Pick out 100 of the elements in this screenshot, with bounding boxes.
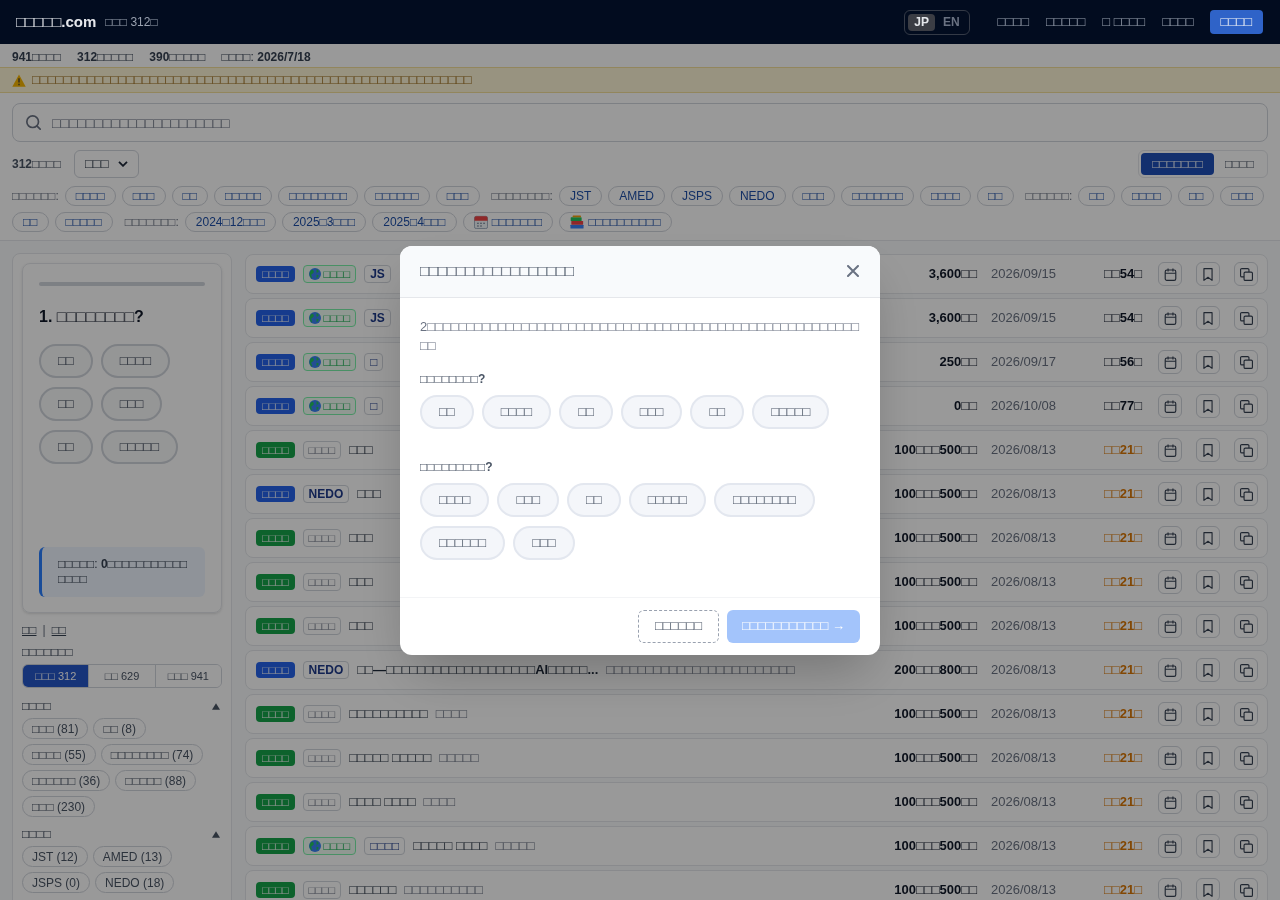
date-text: 2026/09/15 [991,309,1058,328]
date-text: 2026/08/13 [991,793,1058,812]
deadline-text: □□21□ [1102,837,1142,856]
status-badge: □□□□ [256,310,295,326]
category-tag: □□□□ [302,617,342,635]
question-label: □□□□□□□□□? [420,458,494,475]
deadline-text: □□77□ [1102,397,1142,416]
amount-text: 100□□□500□□ [893,705,977,724]
date-text: 2026/08/13 [991,837,1058,856]
category-tag: □□□□ [302,265,357,283]
stat-text: □□□□: 2026/7/18 [221,48,311,66]
category-tag: □□□□ [302,529,342,547]
status-badge: □□□□ [256,706,295,722]
status-badge: □□□□ [256,442,295,458]
category-tag: □□□□ [302,353,357,371]
amount-text: 100□□□500□□ [893,749,977,768]
date-text: 2026/08/13 [991,881,1058,900]
amount-text: 0□□ [953,397,977,416]
category-tag: JS [364,265,391,283]
status-badge: □□□□ [256,794,295,810]
filter-label: □□□□□□□□: [491,188,553,205]
category-tag: □□□□ [302,705,342,723]
category-tag: □□□□ [302,793,342,811]
listing-title: □□□ [349,441,373,460]
listing-subtitle: □□□□ [423,793,455,812]
listing-subtitle: □□□□□□□□□□□□□□□□□□□□□□□□ [606,661,795,680]
amount-text: 100□□□500□□ [893,573,977,592]
status-badge: □□□□ [256,618,295,634]
amount-text: 100□□□500□□ [893,837,977,856]
filter-label: □□□□□□: [12,188,59,205]
status-badge: □□□□ [256,266,295,282]
category-tag: □□□□ [364,837,406,855]
listing-title: □□□□ □□□□ [349,793,416,812]
category-tag: □□□□ [302,749,342,767]
deadline-text: □□21□ [1102,617,1142,636]
status-badge: □□□□ [256,750,295,766]
status-badge: □□□□ [256,662,295,678]
date-text: 2026/08/13 [991,661,1058,680]
facet-title: □□□□ [22,826,51,843]
section-heading: □□□□□□□ [22,644,74,660]
facet-title: □□□□ [22,698,51,715]
date-text: 2026/08/13 [991,485,1058,504]
deadline-text: □□54□ [1102,265,1142,284]
amount-text: 200□□□800□□ [893,661,977,680]
category-tag: □ [364,353,384,371]
status-badge: □□□□ [256,530,295,546]
listing-count-text: □□□ 312□ [105,14,158,31]
question-label: □□□□□□□□? [420,370,487,387]
amount-text: 100□□□500□□ [893,529,977,548]
date-text: 2026/09/15 [991,265,1058,284]
amount-text: 3,600□□ [927,309,977,328]
listing-title: □□□ [349,573,373,592]
category-tag: NEDO [302,485,350,503]
amount-text: 100□□□500□□ [893,441,977,460]
stat-text: 941□□□□ [12,48,62,66]
deadline-text: □□56□ [1102,353,1142,372]
date-text: 2026/08/13 [991,529,1058,548]
listing-subtitle: □□□□ [435,705,468,724]
category-tag: □□□□ [302,397,357,415]
listing-title: □□—□□□□□□□□□□□□□□□□□□□AI□□□□□... [357,661,599,680]
status-badge: □□□□ [256,486,295,502]
category-tag: NEDO [302,661,350,679]
category-tag: □□□□ [302,441,342,459]
status-badge: □□□□ [256,838,295,854]
listing-subtitle: □□□□□□□□□□ [404,881,483,900]
date-text: 2026/08/13 [991,749,1058,768]
link-separator: | [42,622,46,638]
listing-title: □□□ [357,485,381,504]
category-tag: □□□□ [302,837,357,855]
deadline-text: □□21□ [1102,441,1142,460]
date-text: 2026/08/13 [991,617,1058,636]
date-text: 2026/08/13 [991,441,1058,460]
amount-text: 100□□□500□□ [893,793,977,812]
amount-text: 250□□ [938,353,977,372]
status-badge: □□□□ [256,882,295,898]
category-tag: □□□□ [302,573,342,591]
amount-text: 100□□□500□□ [893,617,977,636]
category-tag: □□□□ [302,309,357,327]
deadline-text: □□54□ [1102,309,1142,328]
listing-subtitle: □□□□□ [439,749,479,768]
listing-title: □□□ [349,617,373,636]
filter-label: □□□□□□□: [124,214,179,231]
date-text: 2026/10/08 [991,397,1058,416]
category-tag: □ [364,397,384,415]
deadline-text: □□21□ [1102,749,1142,768]
listing-title: □□□□□□□□□□ [349,705,428,724]
listing-title: □□□□□ □□□□□ [349,749,432,768]
date-text: 2026/08/13 [991,573,1058,592]
deadline-text: □□21□ [1102,529,1142,548]
date-text: 2026/09/17 [991,353,1058,372]
status-badge: □□□□ [256,574,295,590]
amount-text: 100□□□500□□ [893,485,977,504]
deadline-text: □□21□ [1102,485,1142,504]
listing-title: □□□□□□ [349,881,397,900]
filter-label: □□□□□□: [1025,188,1073,205]
status-badge: □□□□ [256,354,295,370]
deadline-text: □□21□ [1102,573,1142,592]
listing-subtitle: □□□□□ [495,837,535,856]
result-count-text: 312□□□□ [12,156,61,173]
modal-title: □□□□□□□□□□□□□□□□□ [420,260,575,281]
